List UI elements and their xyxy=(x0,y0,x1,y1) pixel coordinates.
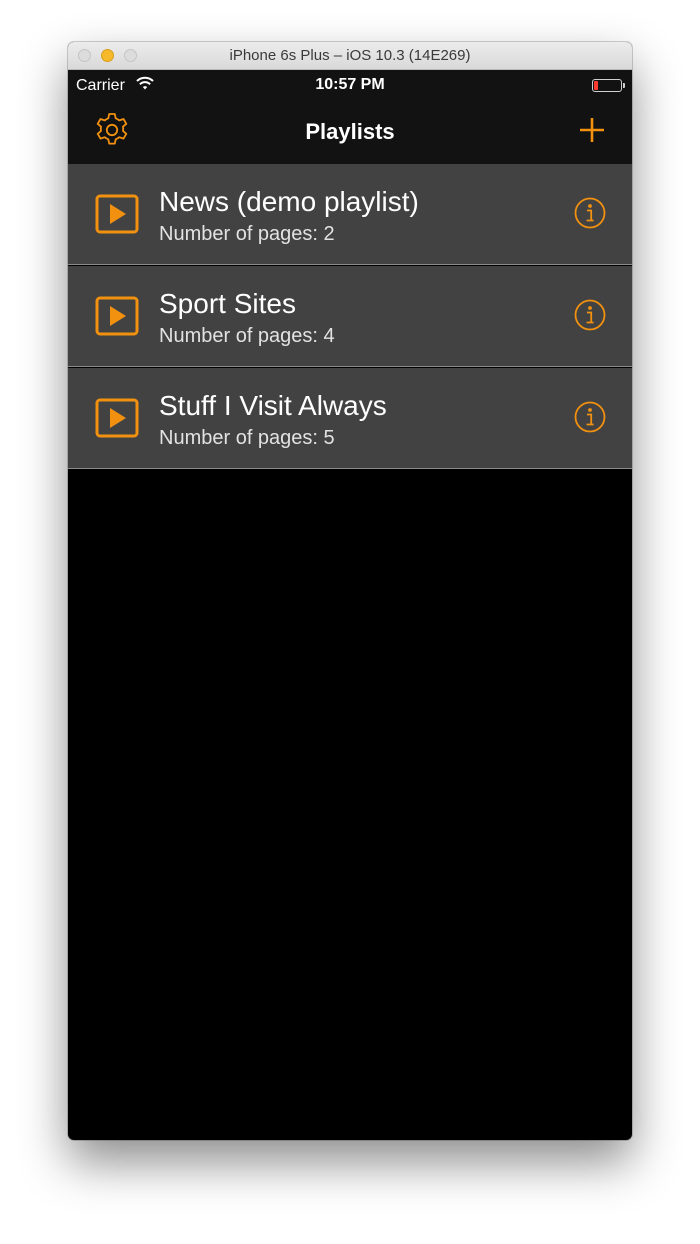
info-icon[interactable] xyxy=(574,299,606,331)
playlist-page-count: Number of pages: 5 xyxy=(159,427,335,449)
info-icon[interactable] xyxy=(574,197,606,229)
status-bar: Carrier 10:57 PM xyxy=(68,70,632,100)
play-icon xyxy=(95,194,139,234)
play-icon xyxy=(95,398,139,438)
plus-icon xyxy=(578,116,606,149)
status-time: 10:57 PM xyxy=(315,76,385,93)
playlist-page-count: Number of pages: 2 xyxy=(159,223,335,245)
playlist-row[interactable]: Stuff I Visit Always Number of pages: 5 xyxy=(68,368,632,469)
simulator-window: iPhone 6s Plus – iOS 10.3 (14E269) Carri… xyxy=(68,42,632,1140)
window-titlebar[interactable]: iPhone 6s Plus – iOS 10.3 (14E269) xyxy=(68,42,632,70)
window-title: iPhone 6s Plus – iOS 10.3 (14E269) xyxy=(229,47,471,64)
info-icon[interactable] xyxy=(574,401,606,433)
playlist-list: News (demo playlist) Number of pages: 2 … xyxy=(68,164,632,469)
playlist-row[interactable]: Sport Sites Number of pages: 4 xyxy=(68,266,632,367)
add-playlist-button[interactable] xyxy=(572,112,612,152)
playlist-row[interactable]: News (demo playlist) Number of pages: 2 xyxy=(68,164,632,265)
play-icon xyxy=(95,296,139,336)
playlist-title: Stuff I Visit Always xyxy=(159,390,387,421)
playlist-title: Sport Sites xyxy=(159,288,296,319)
navigation-bar: Playlists xyxy=(68,100,632,164)
battery-icon xyxy=(592,79,625,92)
page-title: Playlists xyxy=(305,119,395,144)
playlist-page-count: Number of pages: 4 xyxy=(159,325,335,347)
playlist-title: News (demo playlist) xyxy=(159,186,419,217)
battery-level xyxy=(594,81,598,90)
